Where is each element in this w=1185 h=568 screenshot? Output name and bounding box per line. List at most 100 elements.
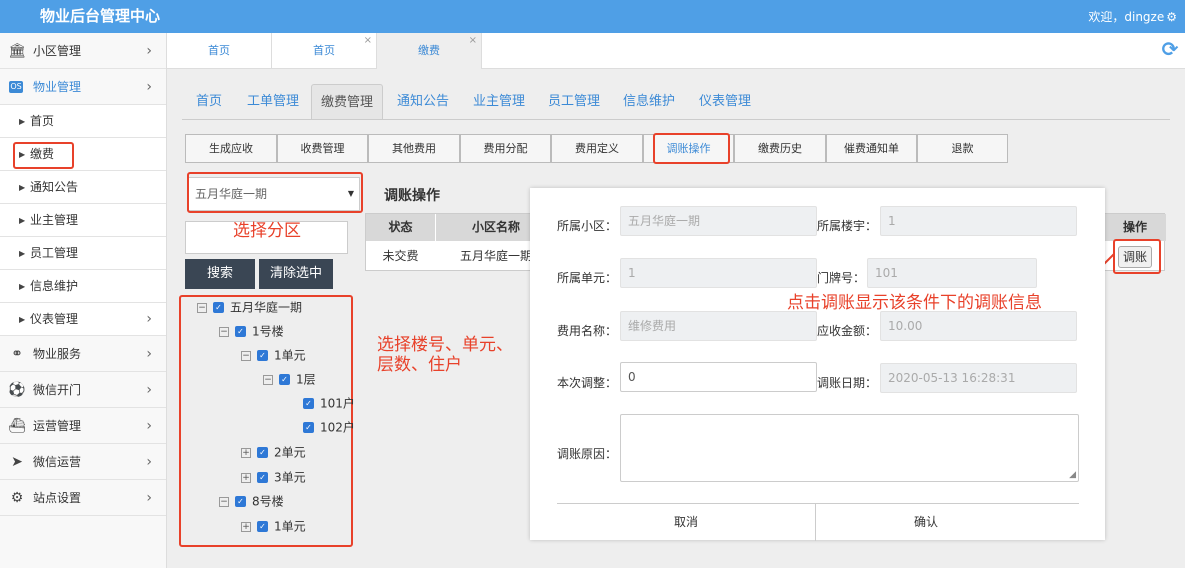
sidebar-item-wechat-door[interactable]: ⚽ 微信开门 › — [0, 372, 166, 408]
sidebar-item-wechat-ops[interactable]: ➤ 微信运营 › — [0, 444, 166, 480]
tree-node-label: 102户 — [320, 420, 355, 435]
checkbox-checked[interactable]: ✓ — [257, 472, 268, 483]
checkbox-checked[interactable]: ✓ — [303, 398, 314, 409]
sidebar-item-service[interactable]: ⚭ 物业服务 › — [0, 336, 166, 372]
checkbox-checked[interactable]: ✓ — [235, 496, 246, 507]
tree-node-unit-3[interactable]: + ✓ 3单元 — [241, 467, 306, 487]
charge-management-button[interactable]: 收费管理 — [277, 134, 368, 163]
tree-node-root[interactable]: − ✓ 五月华庭一期 — [197, 297, 302, 317]
sidebar-subitem-notice[interactable]: ▶ 通知公告 — [0, 171, 166, 204]
search-button[interactable]: 搜索 — [185, 259, 255, 289]
collapse-icon[interactable]: − — [241, 350, 251, 361]
checkbox-checked[interactable]: ✓ — [257, 521, 268, 532]
checkbox-checked[interactable]: ✓ — [235, 326, 246, 337]
close-icon[interactable]: × — [364, 23, 372, 59]
ball-icon: ⚽ — [8, 382, 26, 398]
tree-node-b8-unit-1[interactable]: + ✓ 1单元 — [241, 516, 306, 536]
gear-icon[interactable]: ⚙ — [1166, 10, 1177, 24]
collapse-icon[interactable]: − — [219, 496, 229, 507]
checkbox-checked[interactable]: ✓ — [279, 374, 290, 385]
collapse-icon[interactable]: − — [263, 374, 273, 385]
unit-field: 1 — [620, 258, 817, 288]
tab-info[interactable]: 信息维护 — [623, 84, 675, 120]
sidebar-item-label: 站点设置 — [33, 491, 82, 505]
tree-node-label: 1单元 — [274, 519, 306, 534]
tree-node-building-8[interactable]: − ✓ 8号楼 — [219, 491, 284, 511]
sidebar-subitem-owner[interactable]: ▶ 业主管理 — [0, 204, 166, 237]
page-tab-payment[interactable]: 缴费 × — [377, 33, 482, 69]
sidebar-subitem-label: 业主管理 — [30, 213, 79, 227]
generate-receivable-button[interactable]: 生成应收 — [185, 134, 277, 163]
reason-label: 调账原因： — [557, 447, 618, 461]
confirm-button[interactable]: 确认 — [816, 504, 1036, 541]
tree-node-unit-1[interactable]: − ✓ 1单元 — [241, 345, 306, 365]
tree-node-house-102[interactable]: ✓ 102户 — [303, 417, 355, 437]
fee-definition-button[interactable]: 费用定义 — [551, 134, 643, 163]
tab-payment-management[interactable]: 缴费管理 — [311, 84, 383, 120]
tree-node-building-1[interactable]: − ✓ 1号楼 — [219, 321, 284, 341]
payment-reminder-button[interactable]: 催费通知单 — [826, 134, 917, 163]
fee-label: 费用名称： — [557, 324, 618, 338]
expand-icon[interactable]: + — [241, 521, 251, 532]
sidebar-subitem-staff[interactable]: ▶ 员工管理 — [0, 237, 166, 270]
user-welcome[interactable]: 欢迎，dingze ⚙ — [1088, 8, 1177, 25]
sidebar-item-operations[interactable]: ⛴ 运营管理 › — [0, 408, 166, 444]
sidebar-subitem-label: 仪表管理 — [30, 312, 79, 326]
page-tab-home[interactable]: 首页 — [167, 33, 272, 69]
fee-field: 维修费用 — [620, 311, 817, 341]
community-field: 五月华庭一期 — [620, 206, 817, 236]
sidebar-subitem-meter[interactable]: ▶ 仪表管理 › — [0, 303, 166, 336]
refund-button[interactable]: 退款 — [917, 134, 1008, 163]
adjust-input[interactable]: 0 — [620, 362, 817, 392]
tab-meters[interactable]: 仪表管理 — [699, 84, 751, 120]
payment-history-button[interactable]: 缴费历史 — [734, 134, 826, 163]
other-fees-button[interactable]: 其他费用 — [368, 134, 460, 163]
tree-node-label: 3单元 — [274, 470, 306, 485]
expand-icon[interactable]: + — [241, 472, 251, 483]
building-label: 所属楼宇： — [817, 219, 878, 233]
sidebar-item-label: 小区管理 — [33, 44, 82, 58]
col-header-status: 状态 — [366, 214, 435, 241]
annotation-adjust-info: 点击调账显示该条件下的调账信息 — [787, 293, 1042, 313]
checkbox-checked[interactable]: ✓ — [303, 422, 314, 433]
chevron-right-icon: › — [146, 43, 152, 59]
clear-selection-button[interactable]: 清除选中 — [259, 259, 333, 289]
sidebar-item-community[interactable]: 🏛 小区管理 › — [0, 33, 166, 69]
tree-node-house-101[interactable]: ✓ 101户 — [303, 393, 355, 413]
expand-icon[interactable]: + — [241, 447, 251, 458]
annotation-select-district: 选择分区 — [233, 221, 301, 241]
collapse-icon[interactable]: − — [197, 302, 207, 313]
sidebar-item-property[interactable]: OS 物业管理 › — [0, 69, 166, 105]
send-icon: ➤ — [11, 454, 23, 470]
page-tab-home-2[interactable]: 首页 × — [272, 33, 377, 69]
checkbox-checked[interactable]: ✓ — [213, 302, 224, 313]
cancel-button[interactable]: 取消 — [557, 504, 815, 541]
tree-node-floor-1[interactable]: − ✓ 1层 — [263, 369, 316, 389]
chevron-right-icon: › — [146, 311, 152, 327]
sidebar-subitem-home[interactable]: ▶ 首页 — [0, 105, 166, 138]
checkbox-checked[interactable]: ✓ — [257, 447, 268, 458]
close-icon[interactable]: × — [469, 23, 477, 59]
tab-notices[interactable]: 通知公告 — [397, 84, 449, 120]
adjust-date-label: 调账日期： — [817, 376, 878, 390]
tab-home[interactable]: 首页 — [196, 84, 222, 120]
tab-work-orders[interactable]: 工单管理 — [247, 84, 299, 120]
sidebar-subitem-info[interactable]: ▶ 信息维护 — [0, 270, 166, 303]
sidebar-item-site-settings[interactable]: ⚙ 站点设置 › — [0, 480, 166, 516]
tab-owners[interactable]: 业主管理 — [473, 84, 525, 120]
tree-node-unit-2[interactable]: + ✓ 2单元 — [241, 442, 306, 462]
refresh-icon[interactable]: ⟳ — [1159, 38, 1181, 60]
sidebar-item-label: 物业管理 — [33, 80, 82, 94]
toggle-icon: ⚭ — [11, 346, 23, 362]
chevron-right-icon: › — [146, 382, 152, 398]
building-tree: − ✓ 五月华庭一期 − ✓ 1号楼 − ✓ 1单元 − ✓ 1层 ✓ 101户 ✓ 102户 + ✓… — [179, 295, 355, 547]
reason-textarea[interactable]: ◢ — [620, 414, 1079, 482]
collapse-icon[interactable]: − — [219, 326, 229, 337]
annotation-select-building: 选择楼号、单元、层数、住户 — [377, 335, 513, 375]
tab-staff[interactable]: 员工管理 — [548, 84, 600, 120]
resize-grip-icon[interactable]: ◢ — [1069, 470, 1076, 480]
fee-allocation-button[interactable]: 费用分配 — [460, 134, 551, 163]
building-field: 1 — [880, 206, 1077, 236]
gears-icon: ⚙ — [10, 490, 24, 506]
checkbox-checked[interactable]: ✓ — [257, 350, 268, 361]
